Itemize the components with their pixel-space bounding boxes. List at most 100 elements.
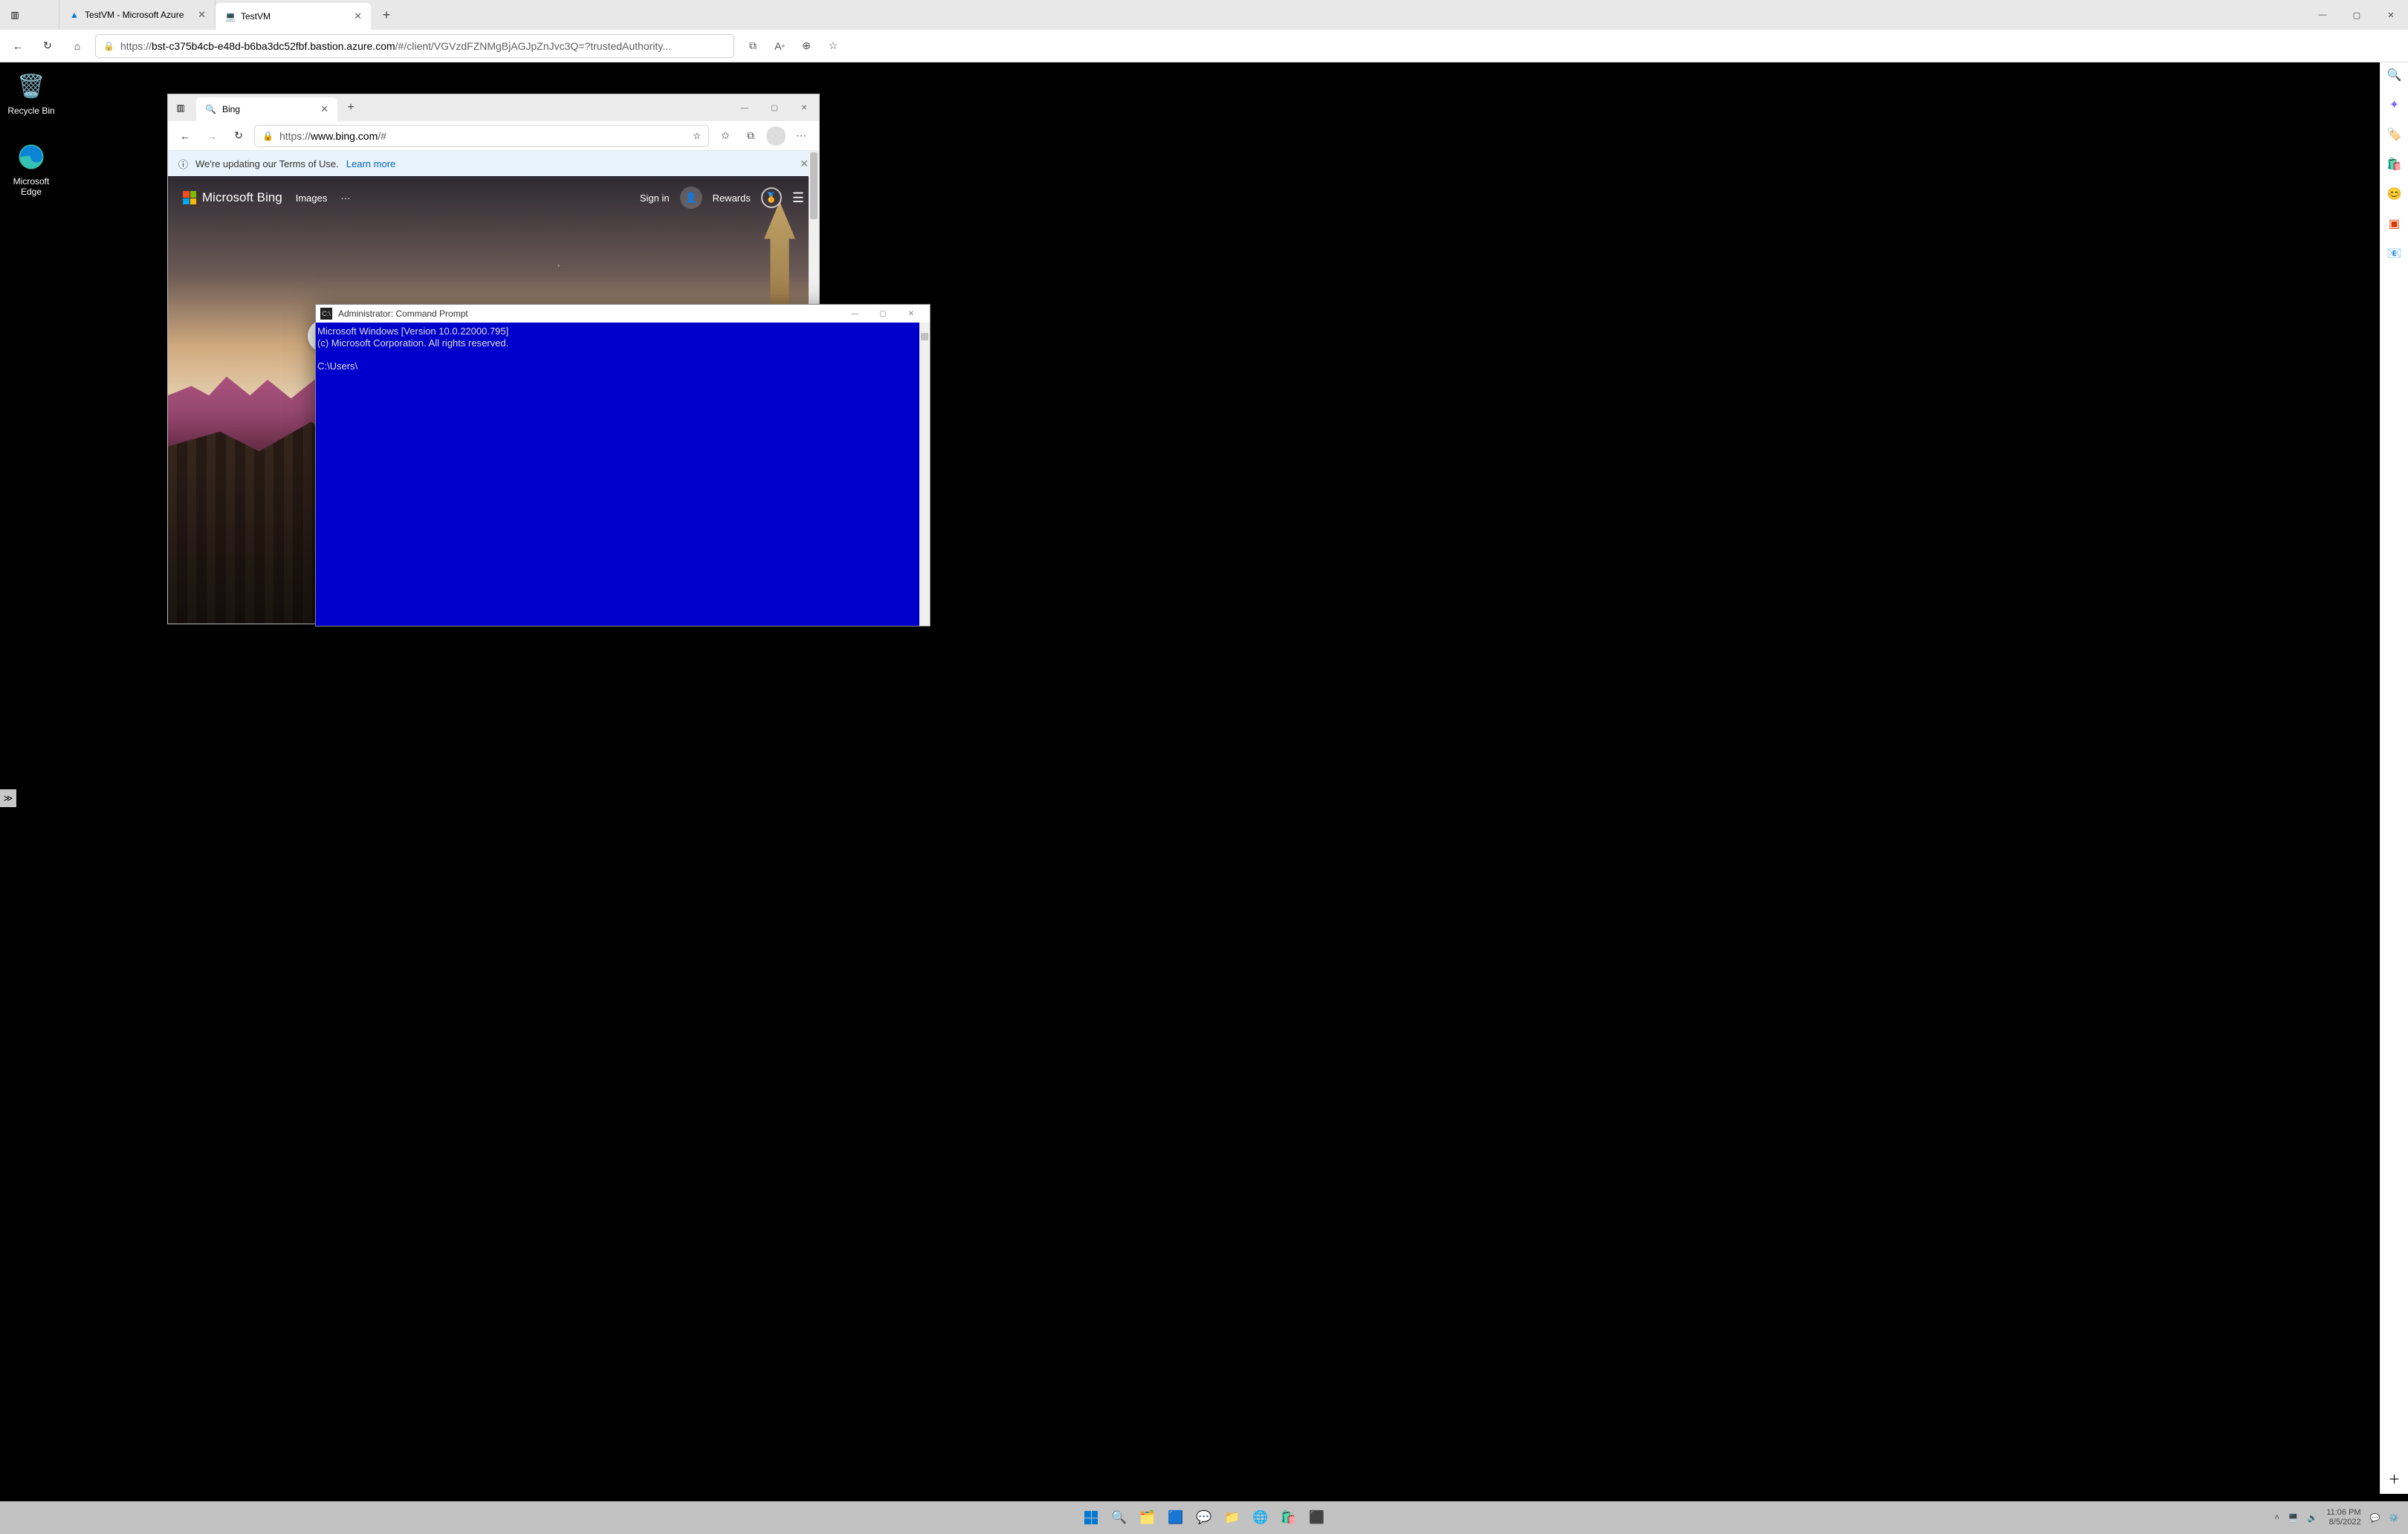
scrollbar-thumb[interactable] [810,152,818,219]
minimize-button[interactable]: — [730,94,760,121]
recycle-bin-icon: 🗑️ [15,70,48,103]
widgets-icon[interactable]: 🟦 [1165,1507,1186,1528]
taskbar-edge-icon[interactable]: 🌐 [1250,1507,1271,1528]
task-view-icon[interactable]: 🗂️ [1137,1507,1158,1528]
tab-actions-button[interactable]: ▥ [0,0,30,30]
scrollbar-thumb[interactable] [921,333,928,340]
maximize-button[interactable]: ▢ [869,310,897,318]
sidebar-tag-icon[interactable]: 🏷️ [2386,126,2403,143]
favorites-button[interactable]: ✩ [713,125,737,147]
close-window-button[interactable]: ✕ [897,310,925,318]
sidebar-add-icon[interactable]: ＋ [2386,1470,2403,1486]
bastion-viewport[interactable]: ≫ 🗑️ Recycle Bin Microsoft Edge ▥ 🔍 Bing… [0,62,2408,1534]
file-explorer-icon[interactable]: 📁 [1222,1507,1243,1528]
inner-tab-actions-button[interactable]: ▥ [168,94,193,121]
back-button[interactable]: ← [174,125,196,147]
command-prompt-window[interactable]: C:\ Administrator: Command Prompt — ▢ ✕ … [315,304,930,627]
tray-time: 11:06 PM [2326,1508,2360,1518]
tray-date: 8/5/2022 [2329,1518,2361,1527]
cmd-line-2: (c) Microsoft Corporation. All rights re… [317,337,508,349]
signin-link[interactable]: Sign in [640,192,670,204]
inner-address-bar[interactable]: 🔒 https://www.bing.com/# ☆ [254,125,709,147]
menu-images[interactable]: Images [296,192,328,204]
sidebar-search-icon[interactable]: 🔍 [2386,67,2403,83]
terminal-icon[interactable]: ⬛ [1307,1507,1327,1528]
outer-address-bar[interactable]: 🔒 https://bst-c375b4cb-e48d-b6ba3dc52fbf… [95,34,734,58]
menu-more[interactable]: ··· [340,192,350,204]
close-icon[interactable]: ✕ [354,10,362,22]
volume-icon[interactable]: 🔊 [2308,1513,2318,1523]
outer-tab-1[interactable]: 💻 TestVM ✕ [216,3,372,30]
store-icon[interactable]: 🛍️ [1278,1507,1299,1528]
microsoft-logo-icon [183,191,196,204]
new-tab-button[interactable]: + [372,0,401,30]
cmd-title: Administrator: Command Prompt [338,308,468,319]
chat-icon[interactable]: 💬 [1194,1507,1214,1528]
tray-chevron-icon[interactable]: ˄ [2274,1513,2279,1522]
back-button[interactable]: ← [6,34,30,58]
forward-button[interactable]: → [201,125,223,147]
settings-menu-button[interactable]: ⋯ [789,125,813,147]
bing-top-menu: Images ··· [296,192,351,204]
refresh-button[interactable]: ↻ [227,125,250,147]
tray-settings-icon[interactable]: ⚙️ [2389,1513,2399,1523]
inner-browser-titlebar: ▥ 🔍 Bing ✕ + — ▢ ✕ [168,94,819,121]
sidebar-emoji-icon[interactable]: 😊 [2386,186,2403,202]
cmd-scrollbar[interactable] [919,323,930,626]
cmd-window-controls: — ▢ ✕ [841,310,925,318]
app-install-icon[interactable]: ⧉ [740,34,766,58]
maximize-button[interactable]: ▢ [760,94,789,121]
sidebar-outlook-icon[interactable]: 📧 [2386,245,2403,262]
close-icon[interactable]: ✕ [198,9,206,21]
favorites-star-icon[interactable]: ☆ [693,131,701,141]
close-window-button[interactable]: ✕ [789,94,819,121]
hamburger-menu-button[interactable]: ☰ [792,190,804,206]
profile-avatar[interactable] [764,125,788,147]
bing-tos-notice: ⓘ We're updating our Terms of Use. Learn… [168,151,819,176]
zoom-icon[interactable]: ⊕ [794,34,819,58]
desktop-icon-edge[interactable]: Microsoft Edge [1,140,61,197]
inner-tab-0[interactable]: 🔍 Bing ✕ [196,97,337,121]
close-notice-button[interactable]: ✕ [800,158,809,170]
rewards-badge-icon[interactable]: 🏅 [761,187,782,208]
collections-button[interactable]: ⧉ [739,125,763,147]
close-icon[interactable]: ✕ [320,103,328,115]
sidebar-sparkle-icon[interactable]: ✦ [2386,97,2403,113]
read-aloud-icon[interactable]: A» [767,34,792,58]
notifications-icon[interactable]: 💬 [2370,1513,2381,1523]
taskbar-search-icon[interactable]: 🔍 [1109,1507,1130,1528]
edge-icon [15,140,48,173]
rewards-link[interactable]: Rewards [713,192,751,204]
maximize-button[interactable]: ▢ [2340,0,2374,30]
system-tray[interactable]: ˄ 🖥️ 🔊 11:06 PM 8/5/2022 💬 ⚙️ [2265,1508,2408,1527]
desktop-icon-recycle-bin[interactable]: 🗑️ Recycle Bin [1,70,61,116]
sidebar-office-icon[interactable]: ▣ [2386,216,2403,232]
bastion-expand-handle[interactable]: ≫ [0,789,16,807]
vertical-divider [30,0,59,30]
cmd-titlebar[interactable]: C:\ Administrator: Command Prompt — ▢ ✕ [316,305,930,323]
learn-more-link[interactable]: Learn more [346,158,395,169]
favorites-star-icon[interactable]: ☆ [821,34,846,58]
notice-text: We're updating our Terms of Use. [195,158,339,169]
outer-browser-titlebar: ▥ ▲ TestVM - Microsoft Azure ✕ 💻 TestVM … [0,0,2408,30]
refresh-button[interactable]: ↻ [36,34,59,58]
user-avatar-icon[interactable]: 👤 [680,187,702,209]
minimize-button[interactable]: — [841,310,869,318]
outer-tab-0[interactable]: ▲ TestVM - Microsoft Azure ✕ [59,0,216,30]
home-button[interactable]: ⌂ [65,34,89,58]
start-button[interactable] [1081,1507,1101,1528]
lock-icon: 🔒 [103,41,114,51]
vm-taskbar[interactable]: 🔍 🗂️ 🟦 💬 📁 🌐 🛍️ ⬛ ˄ 🖥️ 🔊 11:06 PM 8/5/20… [0,1501,2408,1534]
search-icon: 🔍 [205,104,216,114]
cmd-body[interactable]: Microsoft Windows [Version 10.0.22000.79… [316,323,930,626]
tray-clock[interactable]: 11:06 PM 8/5/2022 [2326,1508,2360,1527]
inner-new-tab-button[interactable]: + [337,94,364,121]
minimize-button[interactable]: — [2305,0,2340,30]
sidebar-shopping-icon[interactable]: 🛍️ [2386,156,2403,172]
cmd-icon: C:\ [320,308,332,320]
close-window-button[interactable]: ✕ [2374,0,2408,30]
outer-tab-0-title: TestVM - Microsoft Azure [85,10,184,20]
microsoft-bing-logo[interactable]: Microsoft Bing [183,190,282,205]
inner-url: https://www.bing.com/# [279,130,386,142]
network-icon[interactable]: 🖥️ [2288,1513,2299,1523]
